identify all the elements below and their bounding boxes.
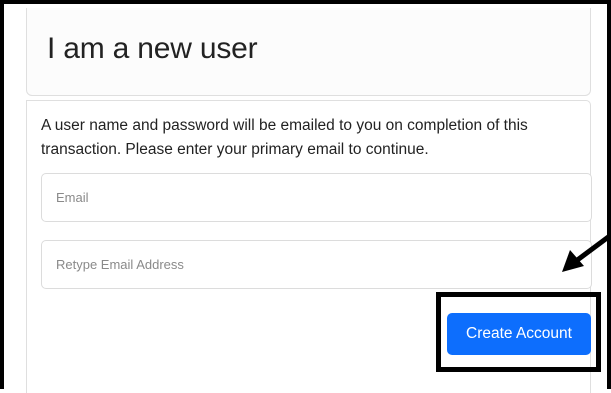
- instructions-text: A user name and password will be emailed…: [41, 117, 528, 158]
- page-title: I am a new user: [47, 32, 258, 65]
- screenshot-frame: I am a new user A user name and password…: [0, 0, 611, 393]
- card-header: I am a new user: [26, 8, 591, 96]
- create-account-button[interactable]: Create Account: [447, 313, 591, 355]
- email-input[interactable]: [41, 173, 592, 222]
- retype-email-input[interactable]: [41, 240, 592, 289]
